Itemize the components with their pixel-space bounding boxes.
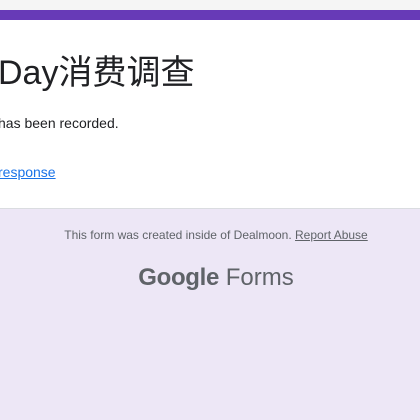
google-forms-logo[interactable]: Google Forms: [0, 264, 420, 292]
confirmation-message: has been recorded.: [0, 115, 119, 131]
browser-top-strip: [0, 0, 420, 10]
footer-note-text: This form was created inside of Dealmoon…: [64, 228, 296, 242]
footer-note: This form was created inside of Dealmoon…: [0, 228, 420, 242]
report-abuse-link[interactable]: Report Abuse: [295, 228, 368, 242]
form-card: Day消费调查 has been recorded. response: [0, 20, 420, 209]
google-wordmark: Google: [138, 264, 220, 291]
edit-response-link[interactable]: response: [0, 164, 56, 180]
forms-wordmark: Forms: [219, 264, 294, 291]
form-header-accent-bar: [0, 10, 420, 20]
form-title: Day消费调查: [0, 54, 195, 92]
